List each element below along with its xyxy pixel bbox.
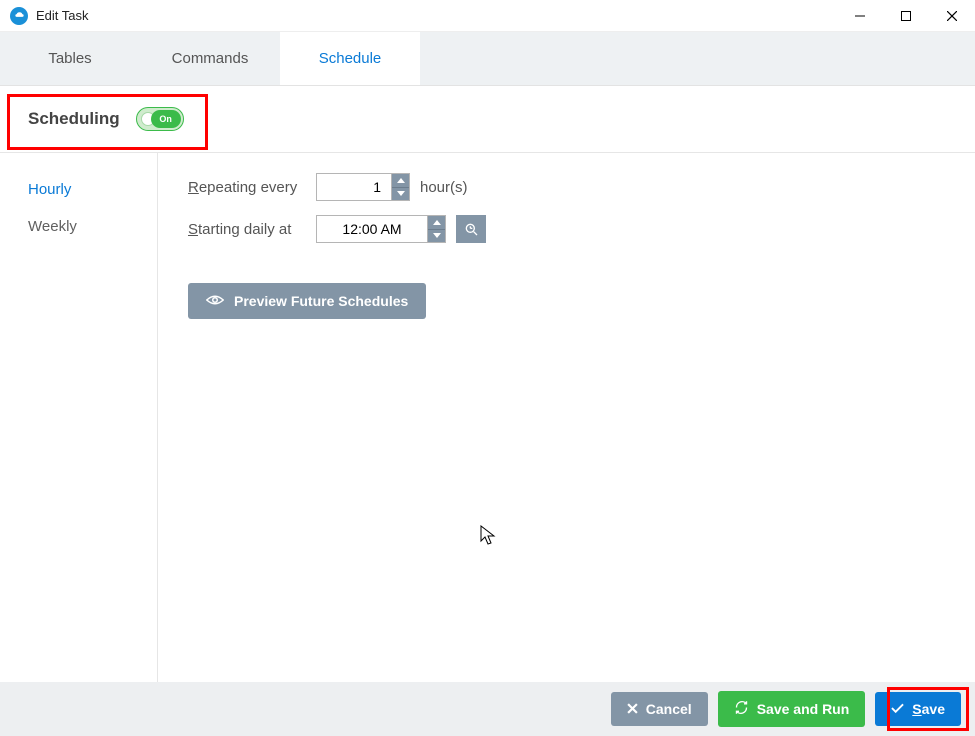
repeat-stepper[interactable]: [316, 173, 410, 201]
save-and-run-button[interactable]: Save and Run: [718, 691, 866, 727]
start-time-input[interactable]: [316, 215, 446, 243]
eye-icon: [206, 293, 224, 309]
tab-label: Tables: [48, 50, 91, 67]
sidebar-item-weekly[interactable]: Weekly: [0, 208, 157, 245]
start-spin-up[interactable]: [428, 216, 445, 229]
cancel-button[interactable]: Cancel: [611, 692, 708, 726]
repeat-unit: hour(s): [420, 179, 468, 196]
tab-label: Commands: [172, 50, 249, 67]
cursor-icon: [480, 525, 496, 552]
tab-label: Schedule: [319, 50, 382, 67]
repeat-row: Repeating every hour(s): [188, 173, 945, 201]
repeat-input[interactable]: [317, 174, 391, 200]
content-area: Hourly Weekly Repeating every hour(s) St…: [0, 153, 975, 682]
start-input[interactable]: [317, 216, 427, 242]
close-icon: [627, 701, 638, 717]
start-label: Starting daily at: [188, 221, 306, 238]
toggle-state-label: On: [151, 110, 181, 128]
time-picker-button[interactable]: [456, 215, 486, 243]
tab-bar: Tables Commands Schedule: [0, 32, 975, 86]
save-and-run-label: Save and Run: [757, 701, 850, 717]
start-spinner: [427, 216, 445, 242]
tab-schedule[interactable]: Schedule: [280, 32, 420, 85]
repeat-spinner: [391, 174, 409, 200]
tab-commands[interactable]: Commands: [140, 32, 280, 85]
titlebar: Edit Task: [0, 0, 975, 32]
schedule-sidebar: Hourly Weekly: [0, 153, 158, 682]
main-panel: Repeating every hour(s) Starting daily a…: [158, 153, 975, 682]
start-spin-down[interactable]: [428, 229, 445, 243]
sidebar-item-label: Weekly: [28, 218, 77, 235]
repeat-spin-up[interactable]: [392, 174, 409, 187]
close-button[interactable]: [929, 0, 975, 32]
scheduling-label: Scheduling: [28, 109, 120, 129]
cancel-label: Cancel: [646, 701, 692, 717]
preview-button-label: Preview Future Schedules: [234, 293, 408, 309]
minimize-button[interactable]: [837, 0, 883, 32]
check-icon: [891, 701, 904, 717]
window-title: Edit Task: [36, 8, 89, 23]
tab-tables[interactable]: Tables: [0, 32, 140, 85]
start-row: Starting daily at: [188, 215, 945, 243]
sidebar-item-hourly[interactable]: Hourly: [0, 171, 157, 208]
save-label: Save: [912, 701, 945, 717]
scheduling-header: Scheduling On: [0, 86, 975, 152]
refresh-icon: [734, 700, 749, 718]
footer: Cancel Save and Run Save: [0, 682, 975, 736]
app-icon: [10, 7, 28, 25]
maximize-button[interactable]: [883, 0, 929, 32]
scheduling-toggle[interactable]: On: [136, 107, 184, 131]
save-button[interactable]: Save: [875, 692, 961, 726]
sidebar-item-label: Hourly: [28, 181, 71, 198]
preview-schedules-button[interactable]: Preview Future Schedules: [188, 283, 426, 319]
repeat-spin-down[interactable]: [392, 187, 409, 201]
repeat-label: Repeating every: [188, 179, 306, 196]
